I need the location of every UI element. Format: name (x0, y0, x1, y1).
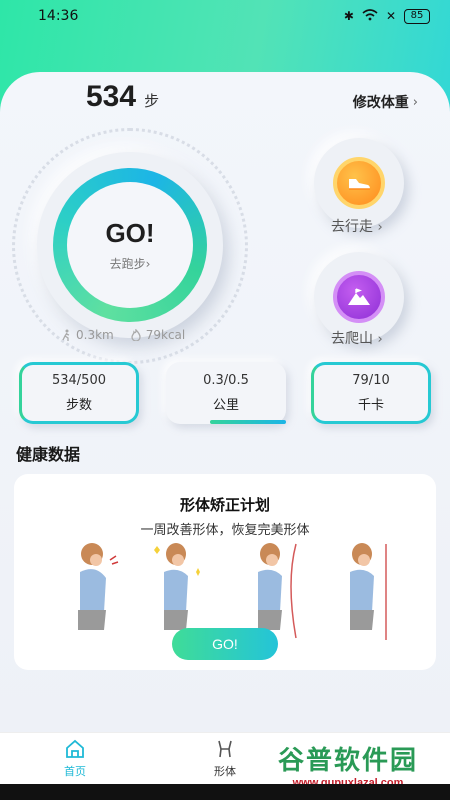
walk-button[interactable] (314, 138, 404, 228)
distance-stat: 0.3km (60, 328, 114, 342)
plan-go-button[interactable]: GO! (172, 628, 278, 660)
flame-icon (131, 329, 141, 341)
posture-figure-3 (258, 543, 297, 639)
card-label: 千卡 (357, 398, 384, 413)
calories-card: 79/10 千卡 (311, 362, 431, 424)
walker-icon (62, 329, 70, 341)
posture-figure-4 (350, 543, 387, 640)
posture-figure-2 (154, 543, 200, 630)
distance-progress-bar (210, 420, 286, 424)
steps-value: 534 (86, 80, 137, 113)
nav-home-label: 首页 (64, 764, 86, 778)
shoe-icon (333, 157, 385, 209)
chevron-right-icon: › (377, 332, 383, 347)
nav-home[interactable]: 首页 (0, 733, 150, 784)
distance-card: 0.3/0.5 公里 (166, 362, 286, 424)
posture-figure-1 (78, 543, 119, 630)
steps-unit: 步 (144, 92, 160, 110)
edit-weight-link[interactable]: 修改体重 › (353, 92, 418, 112)
system-nav-bar (0, 784, 450, 800)
plan-subtitle: 一周改善形体，恢复完美形体 (140, 523, 310, 538)
edit-weight-label: 修改体重 (352, 95, 409, 111)
card-value: 0.3/0.5 (203, 373, 249, 388)
card-value: 534/500 (51, 373, 106, 388)
run-subtitle: 去跑步› (109, 257, 151, 271)
status-icons: ✱ ✕ 85 (343, 8, 430, 24)
posture-plan-card[interactable]: 形体矫正计划 一周改善形体，恢复完美形体 GO! (14, 474, 436, 670)
calorie-stat: 79kcal (130, 328, 185, 342)
run-go-button[interactable]: GO! 去跑步› (67, 182, 193, 308)
step-counter: 534 步 (86, 80, 159, 114)
chevron-right-icon: › (145, 257, 151, 271)
battery-indicator: 85 (404, 8, 430, 24)
go-title: GO! (105, 218, 155, 248)
status-time: 14:36 (38, 8, 79, 24)
climb-label[interactable]: 去爬山 › (331, 328, 383, 348)
walk-label[interactable]: 去行走 › (331, 216, 383, 236)
nav-body-label: 形体 (214, 764, 236, 778)
card-label: 公里 (212, 398, 239, 413)
chevron-right-icon: › (412, 94, 418, 110)
mountain-icon (333, 271, 385, 323)
card-label: 步数 (65, 398, 92, 413)
card-value: 79/10 (352, 373, 390, 388)
body-icon (218, 740, 232, 757)
chevron-right-icon: › (377, 220, 383, 235)
mini-stats: 0.3km 79kcal (60, 328, 185, 342)
section-title: 健康数据 (16, 445, 81, 464)
bluetooth-icon: ✱ (343, 9, 354, 23)
status-bar: 14:36 ✱ ✕ 85 (0, 0, 450, 32)
steps-card: 534/500 步数 (19, 362, 139, 424)
wifi-icon (362, 8, 378, 24)
home-icon (66, 739, 84, 758)
plan-title: 形体矫正计划 (179, 496, 270, 514)
signal-icon: ✕ (385, 9, 396, 23)
